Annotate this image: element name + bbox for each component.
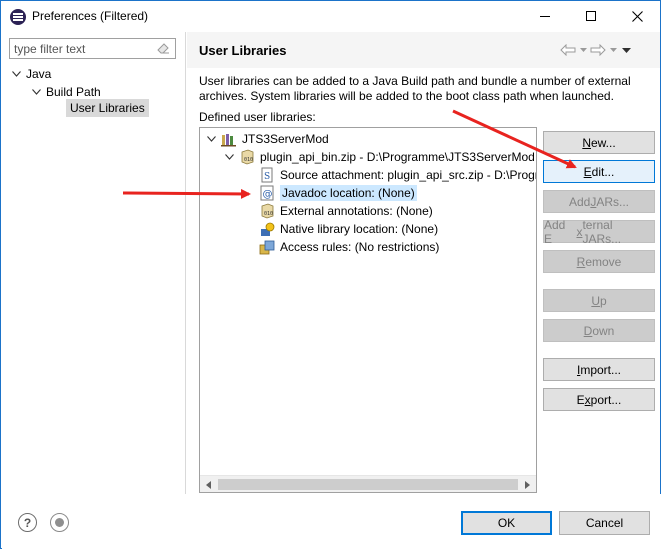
native-library-icon xyxy=(259,221,275,237)
access-rules-icon xyxy=(259,239,275,255)
button-label-post: ternal JARs... xyxy=(582,217,622,246)
horizontal-scrollbar[interactable] xyxy=(200,475,536,492)
page-navigation xyxy=(559,42,633,58)
button-label-post: port... xyxy=(590,392,622,407)
add-jars-button[interactable]: Add J ARs... xyxy=(543,190,655,213)
svg-text:@: @ xyxy=(263,189,273,200)
up-button[interactable]: Up xyxy=(543,289,655,312)
source-attachment-icon: S xyxy=(259,167,275,183)
button-label-pre: Add E xyxy=(544,217,566,246)
user-libraries-page: User Libraries User libraries can be add… xyxy=(187,32,660,494)
defined-libraries-label: Defined user libraries: xyxy=(199,110,316,124)
tree-node-label: External annotations: (None) xyxy=(280,204,433,218)
user-libraries-tree[interactable]: JTS3ServerMod 010 plugin_api_bin.zip - D… xyxy=(199,127,537,493)
button-label-post: own xyxy=(592,323,615,338)
tree-node-label: Javadoc location: (None) xyxy=(280,185,417,201)
svg-text:010: 010 xyxy=(244,157,253,163)
remove-button[interactable]: Remove xyxy=(543,250,655,273)
annotations-icon: 010 xyxy=(259,203,275,219)
down-button[interactable]: Down xyxy=(543,319,655,342)
button-mnemonic: R xyxy=(576,254,586,269)
minimize-button[interactable] xyxy=(522,1,568,31)
back-history-dropdown-icon[interactable] xyxy=(579,42,587,58)
library-node[interactable]: JTS3ServerMod xyxy=(205,130,329,148)
svg-text:010: 010 xyxy=(264,211,273,217)
import-button[interactable]: Import... xyxy=(543,358,655,381)
help-icon[interactable]: ? xyxy=(18,513,37,532)
jar-icon: 010 xyxy=(239,149,255,165)
title-bar: Preferences (Filtered) xyxy=(1,1,660,31)
edit-button[interactable]: Edit... xyxy=(543,160,655,183)
export-button[interactable]: Ex port... xyxy=(543,388,655,411)
forward-history-dropdown-icon[interactable] xyxy=(609,42,617,58)
chevron-down-icon[interactable] xyxy=(30,86,42,98)
ok-button[interactable]: OK xyxy=(461,511,552,535)
maximize-icon xyxy=(586,11,596,21)
page-title: User Libraries xyxy=(199,43,287,58)
button-label-post: dit... xyxy=(591,164,615,179)
chevron-down-icon[interactable] xyxy=(223,151,235,163)
new-button[interactable]: New... xyxy=(543,131,655,154)
button-label-post: p xyxy=(599,293,607,308)
access-rules-node[interactable]: Access rules: (No restrictions) xyxy=(259,238,439,256)
window-title: Preferences (Filtered) xyxy=(32,9,149,23)
button-label-post: ARs... xyxy=(596,194,630,209)
view-menu-icon[interactable] xyxy=(619,42,633,58)
library-icon xyxy=(221,131,237,147)
clear-filter-icon[interactable] xyxy=(157,42,170,54)
tree-node-label: plugin_api_bin.zip - D:\Programme\JTS3Se… xyxy=(260,150,535,164)
tree-item-java[interactable]: Java xyxy=(10,65,51,83)
chevron-down-icon[interactable] xyxy=(205,133,217,145)
button-label-pre: E xyxy=(576,392,585,407)
scroll-left-icon[interactable] xyxy=(200,476,217,492)
svg-text:S: S xyxy=(264,172,270,182)
tree-item-label: User Libraries xyxy=(66,99,149,117)
button-label-post: mport... xyxy=(580,362,622,377)
dialog-footer: ? OK Cancel xyxy=(2,494,661,549)
tree-node-label: Access rules: (No restrictions) xyxy=(280,240,440,254)
tree-item-user-libraries[interactable]: User Libraries xyxy=(66,99,149,117)
cancel-button[interactable]: Cancel xyxy=(559,511,650,535)
page-header: User Libraries xyxy=(187,32,660,68)
tree-node-label: JTS3ServerMod xyxy=(242,132,329,146)
close-button[interactable] xyxy=(614,1,660,31)
button-mnemonic: N xyxy=(582,135,591,150)
scroll-right-icon[interactable] xyxy=(519,476,536,492)
forward-arrow-icon[interactable] xyxy=(589,42,607,58)
eclipse-icon xyxy=(10,9,26,25)
add-external-jars-button[interactable]: Add Ex ternal JARs... xyxy=(543,217,655,246)
javadoc-icon: @ xyxy=(259,185,275,201)
chevron-down-icon[interactable] xyxy=(10,68,22,80)
tree-item-label: Java xyxy=(26,67,52,81)
page-description: User libraries can be added to a Java Bu… xyxy=(199,74,631,103)
scrollbar-thumb[interactable] xyxy=(218,479,518,490)
javadoc-location-node[interactable]: @ Javadoc location: (None) xyxy=(259,184,417,202)
preferences-navigation: Java Build Path User Libraries xyxy=(2,32,186,494)
button-label-post: ew... xyxy=(590,135,616,150)
button-label-pre: Add xyxy=(568,194,591,209)
close-icon xyxy=(631,10,643,22)
button-label-post: emove xyxy=(585,254,622,269)
button-mnemonic: D xyxy=(583,323,593,338)
minimize-icon xyxy=(540,15,550,17)
record-macro-icon[interactable] xyxy=(50,513,69,532)
button-mnemonic: E xyxy=(583,164,592,179)
preferences-window: Preferences (Filtered) Java Build Path U… xyxy=(0,0,661,549)
source-attachment-node[interactable]: S Source attachment: plugin_api_src.zip … xyxy=(259,166,537,184)
external-annotations-node[interactable]: 010 External annotations: (None) xyxy=(259,202,433,220)
tree-node-label: Source attachment: plugin_api_src.zip - … xyxy=(280,168,537,182)
back-arrow-icon[interactable] xyxy=(559,42,577,58)
tree-item-label: Build Path xyxy=(46,85,101,99)
maximize-button[interactable] xyxy=(568,1,614,31)
tree-node-label: Native library location: (None) xyxy=(280,222,439,236)
native-library-node[interactable]: Native library location: (None) xyxy=(259,220,438,238)
filter-input[interactable] xyxy=(9,38,176,59)
button-mnemonic: U xyxy=(591,293,600,308)
jar-node[interactable]: 010 plugin_api_bin.zip - D:\Programme\JT… xyxy=(223,148,535,166)
